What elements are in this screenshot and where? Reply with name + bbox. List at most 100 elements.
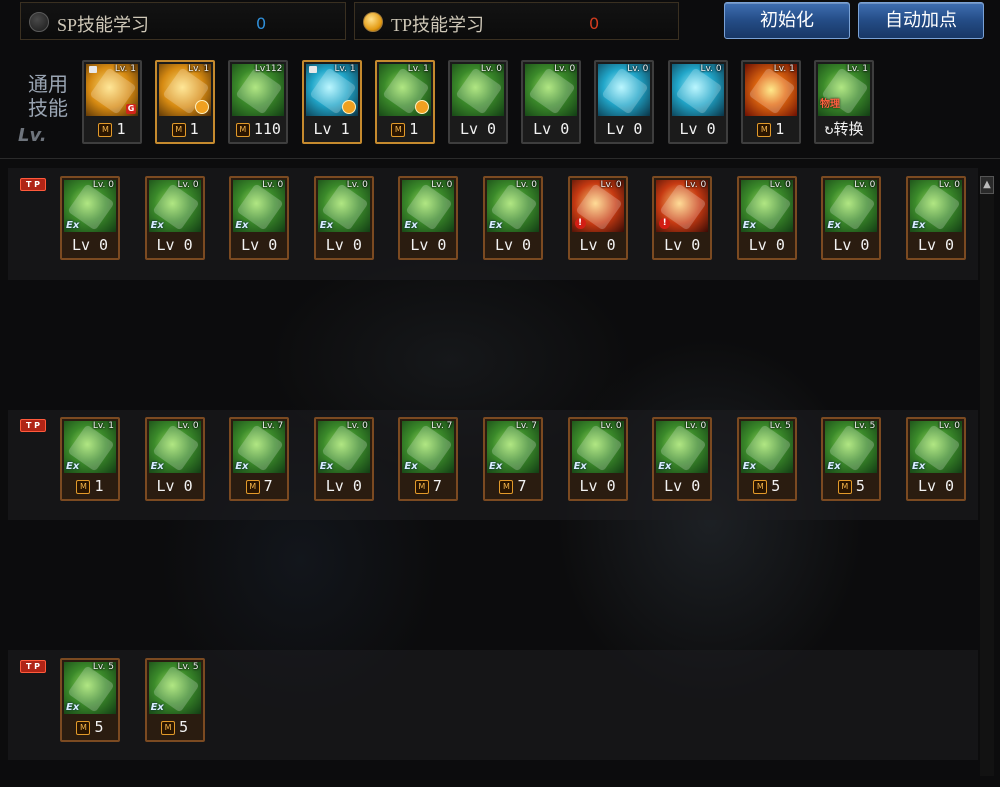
ex-badge: Ex [827, 461, 841, 472]
skill-card[interactable]: Lv. 0 Ex Lv 0 [229, 176, 290, 260]
skill-card[interactable]: Lv. 1 M1 [740, 60, 801, 144]
red-hammer-icon[interactable]: Lv. 0! [571, 180, 624, 232]
green-target-icon[interactable]: Lv. 0 [452, 64, 504, 116]
divider [0, 158, 1000, 159]
skill-card[interactable]: Lv. 5 Ex M 5 [144, 658, 205, 742]
ex-badge: Ex [658, 461, 672, 472]
lock-icon [308, 66, 317, 73]
cyan-eye-icon[interactable]: Lv. 0 [598, 64, 651, 116]
skill-card[interactable]: Lv. 5 Ex M 5 [60, 658, 120, 742]
green-kick-icon[interactable]: Lv. 0 Ex [64, 180, 116, 232]
skill-card[interactable]: Lv. 1 物理 ↻转换 [814, 60, 874, 144]
skill-card[interactable]: Lv. 1 Ex M 1 [60, 417, 120, 501]
green-vine-icon[interactable]: Lv. 5 Ex [740, 421, 793, 473]
skill-card[interactable]: Lv. 1 M1 [155, 60, 216, 144]
green-guard-icon[interactable]: Lv. 0 Ex [571, 421, 624, 473]
skill-card[interactable]: Lv. 1 G M1 [82, 60, 142, 144]
green-swords-icon[interactable]: Lv. 0 Ex [740, 180, 793, 232]
skill-card[interactable]: Lv112 M 110 [228, 60, 289, 144]
skill-card[interactable]: Lv. 7 Ex M 7 [229, 417, 290, 501]
skill-card[interactable]: Lv. 0 Lv 0 [667, 60, 728, 144]
scroll-up-button[interactable]: ▲ [980, 176, 994, 194]
green-shield-icon[interactable]: Lv. 7 Ex [233, 421, 286, 473]
skill-card[interactable]: Lv. 0 Ex Lv 0 [313, 417, 374, 501]
gold-dash-icon[interactable]: Lv. 1 G [86, 64, 138, 116]
skill-card[interactable]: Lv. 1 M1 [374, 60, 435, 144]
skill-card[interactable]: Lv. 1 Lv 1 [301, 60, 362, 144]
skill-card[interactable]: Lv. 0! Lv 0 [567, 176, 628, 260]
skill-level-top: Lv. 0 [480, 64, 502, 74]
green-arm-icon[interactable]: Lv. 1 [378, 64, 431, 116]
green-claw-icon[interactable]: Lv. 0 Ex [148, 180, 201, 232]
tp-learn-box[interactable]: TP技能学习 0 [354, 2, 679, 40]
skill-card[interactable]: Lv. 0 Ex Lv 0 [398, 176, 459, 260]
green-figure-icon[interactable]: Lv. 0 [525, 64, 578, 116]
skill-card[interactable]: Lv. 0 Ex Lv 0 [483, 176, 543, 260]
green-fist-icon[interactable]: Lv112 [232, 64, 285, 116]
skill-card[interactable]: Lv. 0 Lv 0 [521, 60, 582, 144]
skill-level-text: Lv 0 [917, 236, 955, 254]
green-spin-icon[interactable]: Lv. 0 Ex [148, 421, 201, 473]
skill-card[interactable]: Lv. 0 Ex Lv 0 [144, 417, 205, 501]
skill-level-top: Lv. 1 [846, 64, 868, 74]
skill-card[interactable]: Lv. 0 Ex Lv 0 [736, 176, 797, 260]
red-spike-icon[interactable]: Lv. 0! [656, 180, 709, 232]
green-convert-icon[interactable]: Lv. 1 物理 [818, 64, 870, 116]
skill-card[interactable]: Lv. 0! Lv 0 [652, 176, 713, 260]
physical-tag: 物理 [820, 99, 840, 110]
sp-radio-icon[interactable] [29, 12, 49, 32]
scrollbar[interactable] [980, 176, 994, 776]
skill-level-text: Lv 0 [917, 477, 955, 495]
skill-card[interactable]: Lv. 0 Ex Lv 0 [313, 176, 374, 260]
skill-card[interactable]: Lv. 0 Ex Lv 0 [144, 176, 205, 260]
skill-level-top: Lv. 0 [700, 64, 722, 74]
cyan-wing-icon[interactable]: Lv. 1 [305, 64, 358, 116]
tp-radio-icon[interactable] [363, 12, 383, 32]
skill-level-text: 1 [775, 120, 785, 138]
green-lance-icon[interactable]: Lv. 7 Ex [402, 421, 455, 473]
skill-card[interactable]: Lv. 7 Ex M 7 [398, 417, 459, 501]
sp-learn-box[interactable]: SP技能学习 0 [20, 2, 346, 40]
skill-level-top: Lv. 5 [92, 662, 114, 672]
skill-card[interactable]: Lv. 0 Lv 0 [448, 60, 508, 144]
icon-art [528, 67, 576, 115]
green-blade-icon[interactable]: Lv. 7 Ex [487, 421, 539, 473]
skill-card[interactable]: Lv. 0 Ex Lv 0 [906, 417, 966, 501]
green-blast-icon[interactable]: Lv. 0 Ex [910, 180, 962, 232]
cyan-body-icon[interactable]: Lv. 0 [671, 64, 724, 116]
ex-badge: Ex [150, 461, 164, 472]
skill-card[interactable]: Lv. 0 Ex Lv 0 [652, 417, 713, 501]
green-burst-icon[interactable]: Lv. 0 Ex [656, 421, 709, 473]
warning-icon: ! [574, 218, 586, 229]
skill-level-top: Lv. 7 [431, 421, 453, 431]
gold-run-icon[interactable]: Lv. 1 [159, 64, 212, 116]
green-arrow-icon[interactable]: Lv. 0 Ex [487, 180, 539, 232]
skill-card[interactable]: Lv. 0 Ex Lv 0 [60, 176, 120, 260]
skill-level-value: Lv 0 [670, 116, 726, 142]
skill-card[interactable]: Lv. 5 Ex M 5 [736, 417, 797, 501]
skill-card[interactable]: Lv. 7 Ex M 7 [483, 417, 543, 501]
green-gear-icon[interactable]: Lv. 0 Ex [402, 180, 455, 232]
green-swirl-icon[interactable]: Lv. 0 Ex [825, 180, 878, 232]
skill-level-top: Lv. 0 [685, 180, 707, 190]
reset-button[interactable]: 初始化 [724, 2, 850, 39]
fire-burst-icon[interactable]: Lv. 1 [744, 64, 797, 116]
common-lv-label: Lv. [18, 125, 47, 146]
auto-allocate-button[interactable]: 自动加点 [858, 2, 984, 39]
green-boot-icon[interactable]: Lv. 0 Ex [233, 180, 286, 232]
skill-card[interactable]: Lv. 0 Lv 0 [594, 60, 655, 144]
skill-level-text: 5 [94, 718, 104, 736]
green-slash-icon[interactable]: Lv. 0 Ex [317, 421, 370, 473]
skill-card[interactable]: Lv. 0 Ex Lv 0 [567, 417, 628, 501]
green-kick2-icon[interactable]: Lv. 1 Ex [64, 421, 116, 473]
skill-card[interactable]: Lv. 0 Ex Lv 0 [821, 176, 882, 260]
green-cross-icon[interactable]: Lv. 0 Ex [910, 421, 962, 473]
green-horn-icon[interactable]: Lv. 5 Ex [825, 421, 878, 473]
skill-card[interactable]: Lv. 5 Ex M 5 [821, 417, 882, 501]
skill-level-top: Lv. 7 [262, 421, 284, 431]
green-sprout-icon[interactable]: Lv. 5 Ex [64, 662, 116, 714]
warning-icon: ! [659, 218, 671, 229]
green-aegis-icon[interactable]: Lv. 5 Ex [148, 662, 201, 714]
skill-card[interactable]: Lv. 0 Ex Lv 0 [906, 176, 966, 260]
green-strike-icon[interactable]: Lv. 0 Ex [317, 180, 370, 232]
